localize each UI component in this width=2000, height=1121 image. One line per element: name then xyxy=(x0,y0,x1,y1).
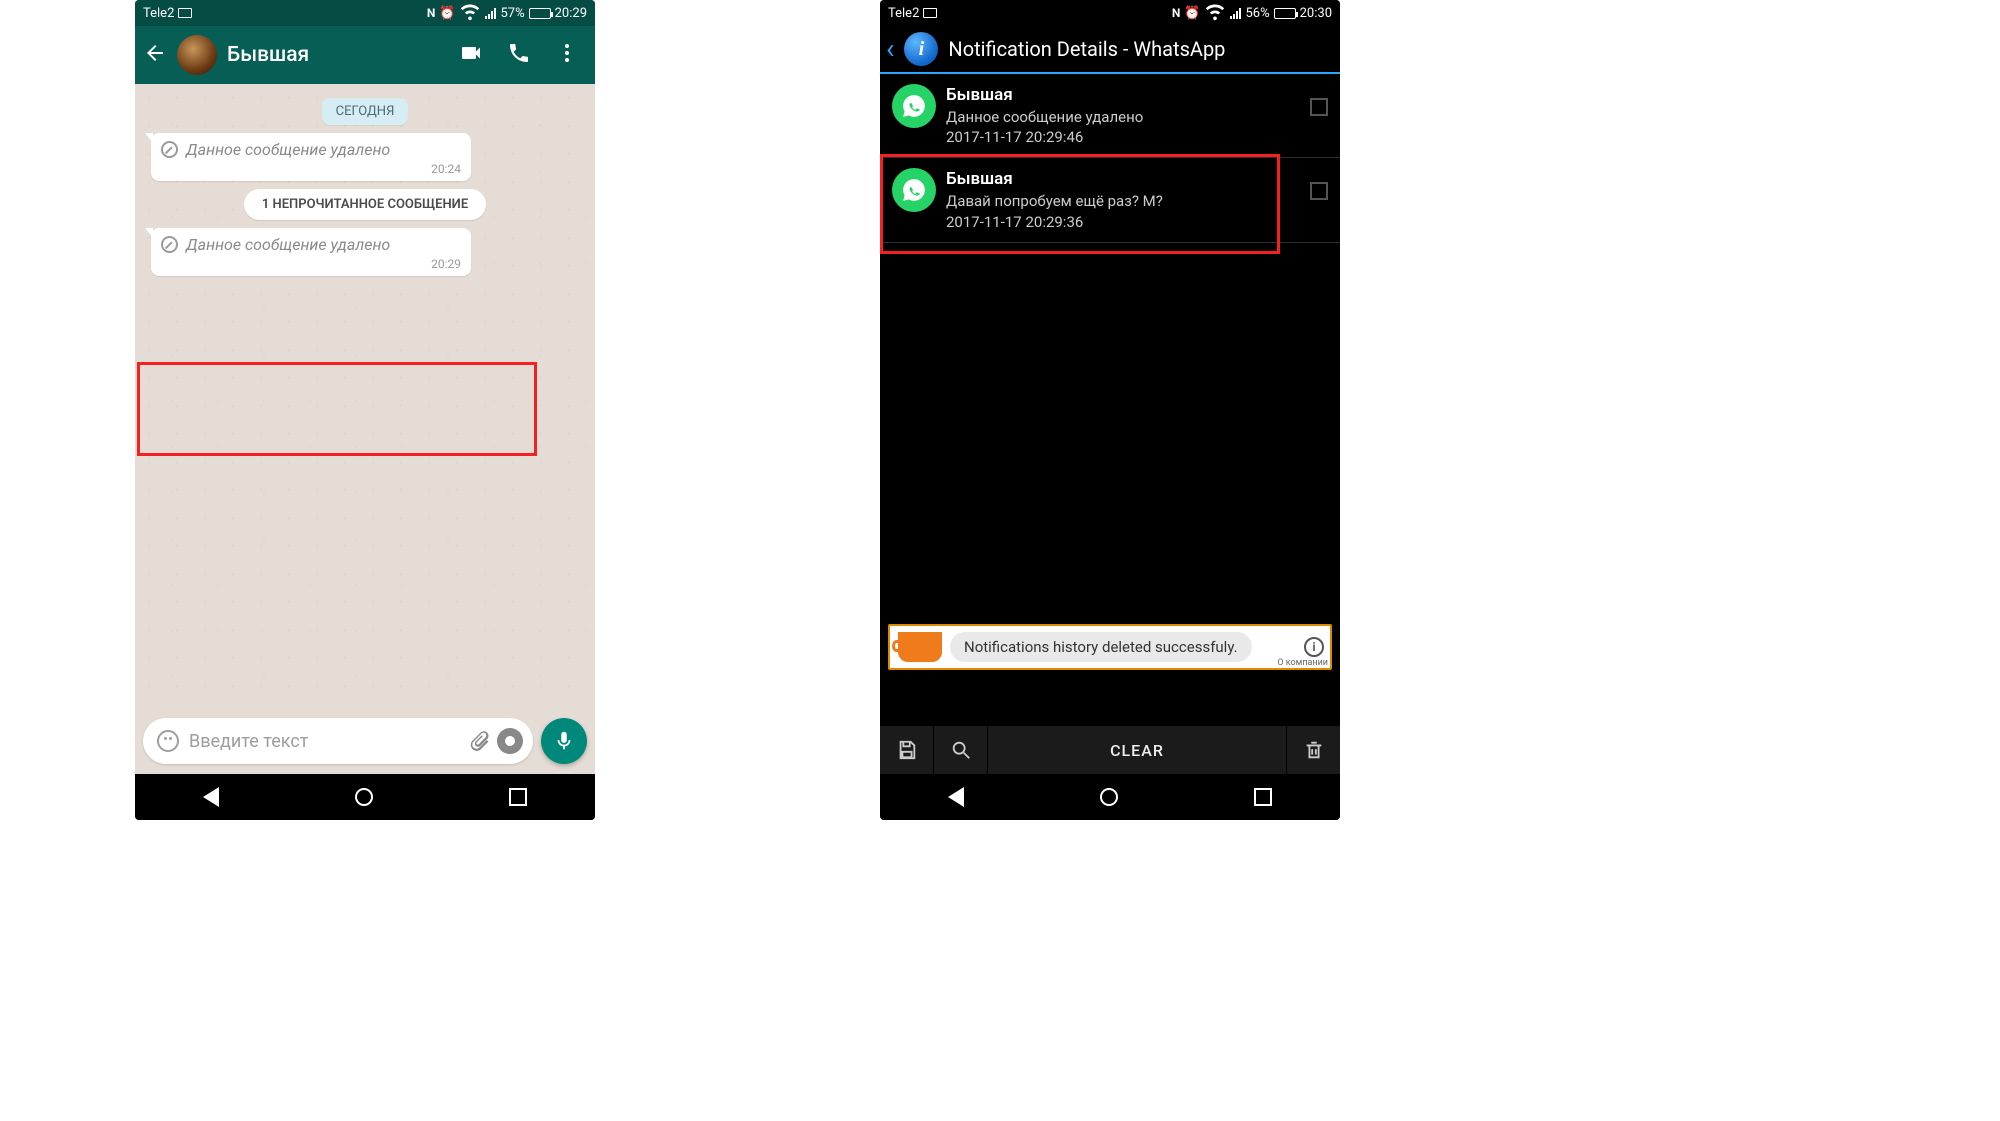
phone-notification-app: Tele2 N ⏰ 56% 20:30 ‹ i Notification Det… xyxy=(880,0,1340,820)
back-button[interactable] xyxy=(143,41,167,69)
message-text: Данное сообщение удалено xyxy=(186,140,390,159)
toast-message: Notifications history deleted successful… xyxy=(950,632,1252,662)
battery-pct: 56% xyxy=(1245,6,1269,21)
nav-home-button[interactable] xyxy=(355,788,373,806)
page-title: Notification Details - WhatsApp xyxy=(948,37,1225,61)
info-icon[interactable]: i xyxy=(1304,637,1324,657)
alarm-icon: ⏰ xyxy=(439,6,455,21)
nfc-icon: N xyxy=(1172,6,1180,20)
nav-recent-button[interactable] xyxy=(1254,788,1272,806)
whatsapp-icon xyxy=(892,168,936,212)
message-bubble[interactable]: Данное сообщение удалено 20:24 xyxy=(151,133,471,181)
clock: 20:29 xyxy=(555,6,587,21)
input-bar: Введите текст xyxy=(135,710,595,774)
ad-banner[interactable]: Notifications history deleted successful… xyxy=(888,624,1332,670)
wifi-icon xyxy=(1204,0,1226,26)
carrier-label: Tele2 xyxy=(888,6,919,21)
clock: 20:30 xyxy=(1300,6,1332,21)
notification-timestamp: 2017-11-17 20:29:36 xyxy=(946,212,1300,232)
search-button[interactable] xyxy=(934,726,988,774)
whatsapp-icon xyxy=(892,84,936,128)
wifi-icon xyxy=(459,0,481,26)
clear-button[interactable]: CLEAR xyxy=(988,741,1286,760)
signal-icon xyxy=(485,7,496,19)
prohibited-icon xyxy=(161,141,178,158)
attach-icon[interactable] xyxy=(469,730,491,752)
notification-item[interactable]: Бывшая Данное сообщение удалено 2017-11-… xyxy=(880,74,1340,158)
battery-pct: 57% xyxy=(500,6,524,21)
mic-button[interactable] xyxy=(541,718,587,764)
nav-back-button[interactable] xyxy=(948,787,964,807)
date-badge: СЕГОДНЯ xyxy=(322,98,409,125)
sim-icon xyxy=(923,8,937,18)
unread-banner: 1 НЕПРОЧИТАННОЕ СООБЩЕНИЕ xyxy=(244,189,486,220)
notification-item[interactable]: Бывшая Давай попробуем ещё раз? М? 2017-… xyxy=(880,158,1340,242)
annotation-highlight xyxy=(137,362,537,456)
nfc-icon: N xyxy=(427,6,435,20)
info-icon: i xyxy=(904,32,938,66)
notification-sender: Бывшая xyxy=(946,84,1300,107)
notification-sender: Бывшая xyxy=(946,168,1300,191)
chat-body[interactable]: СЕГОДНЯ Данное сообщение удалено 20:24 1… xyxy=(135,84,595,710)
contact-name[interactable]: Бывшая xyxy=(227,43,449,67)
video-call-button[interactable] xyxy=(459,41,483,69)
message-time: 20:24 xyxy=(161,162,461,176)
delete-button[interactable] xyxy=(1286,726,1340,774)
menu-button[interactable] xyxy=(555,41,579,69)
carrier-label: Tele2 xyxy=(143,6,174,21)
notification-body: Данное сообщение удалено xyxy=(946,107,1300,127)
alarm-icon: ⏰ xyxy=(1184,6,1200,21)
status-bar: Tele2 N ⏰ 56% 20:30 xyxy=(880,0,1340,26)
nav-back-button[interactable] xyxy=(203,787,219,807)
battery-icon xyxy=(529,8,551,19)
prohibited-icon xyxy=(161,236,178,253)
message-time: 20:29 xyxy=(161,257,461,271)
nav-recent-button[interactable] xyxy=(509,788,527,806)
android-nav-bar xyxy=(880,774,1340,820)
sim-icon xyxy=(178,8,192,18)
message-text: Данное сообщение удалено xyxy=(186,235,390,254)
emoji-icon[interactable] xyxy=(157,730,179,752)
status-bar: Tele2 N ⏰ 57% 20:29 xyxy=(135,0,595,26)
voice-call-button[interactable] xyxy=(507,41,531,69)
chat-header: Бывшая xyxy=(135,26,595,84)
notification-body: Давай попробуем ещё раз? М? xyxy=(946,191,1300,211)
checkbox[interactable] xyxy=(1310,98,1328,116)
nav-home-button[interactable] xyxy=(1100,788,1118,806)
back-button[interactable]: ‹ xyxy=(886,35,894,63)
message-input[interactable]: Введите текст xyxy=(143,718,533,764)
notification-list[interactable]: Бывшая Данное сообщение удалено 2017-11-… xyxy=(880,74,1340,726)
phone-whatsapp: Tele2 N ⏰ 57% 20:29 Бывшая xyxy=(135,0,595,820)
app-header: ‹ i Notification Details - WhatsApp xyxy=(880,26,1340,74)
android-nav-bar xyxy=(135,774,595,820)
pot-icon xyxy=(898,632,942,662)
signal-icon xyxy=(1230,7,1241,19)
checkbox[interactable] xyxy=(1310,182,1328,200)
bottom-toolbar: CLEAR xyxy=(880,726,1340,774)
message-bubble[interactable]: Данное сообщение удалено 20:29 xyxy=(151,228,471,276)
avatar[interactable] xyxy=(177,35,217,75)
input-placeholder: Введите текст xyxy=(189,731,308,752)
notification-timestamp: 2017-11-17 20:29:46 xyxy=(946,127,1300,147)
save-button[interactable] xyxy=(880,726,934,774)
ad-label: О компании xyxy=(1277,658,1328,668)
camera-icon[interactable] xyxy=(497,728,523,754)
battery-icon xyxy=(1274,8,1296,19)
